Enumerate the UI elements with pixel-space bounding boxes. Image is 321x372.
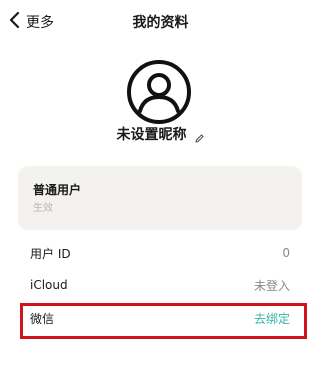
nickname: 未设置昵称 [116,127,187,143]
user-id-value: 0 [282,246,290,260]
membership-title: 普通用户 [33,183,82,197]
avatar[interactable] [125,58,193,126]
icloud-label: iCloud [30,278,68,292]
user-avatar-icon [127,60,191,124]
icloud-value: 未登入 [253,278,290,293]
nickname-row: 未设置昵称 [0,124,321,144]
membership-card[interactable]: 普通用户 生效 [18,166,302,230]
pencil-edit-icon[interactable] [194,129,205,143]
membership-status: 生效 [33,203,53,214]
row-user-id: 用户 ID 0 [30,242,290,264]
user-id-label: 用户 ID [30,246,71,261]
row-icloud[interactable]: iCloud 未登入 [30,274,290,296]
nav-bar: 更多 我的资料 [0,0,321,44]
page-title: 我的资料 [132,15,189,31]
highlight-box [20,303,307,339]
